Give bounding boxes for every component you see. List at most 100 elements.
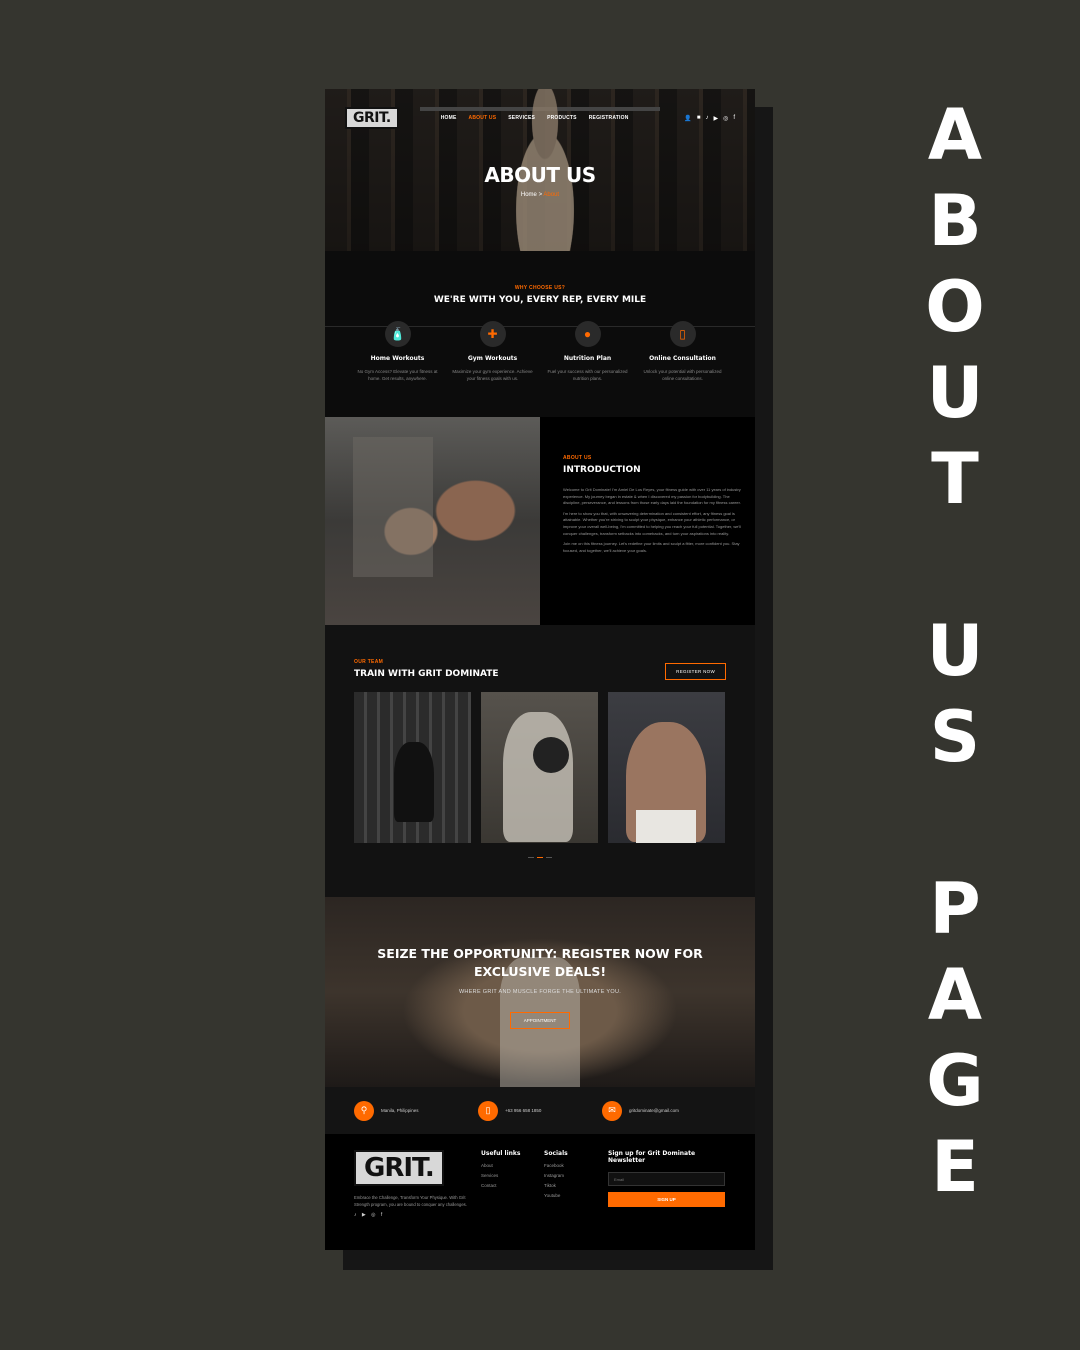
instagram-icon[interactable]: ◎ [723,115,728,122]
page-title: ABOUT US [484,163,596,187]
tiktok-icon[interactable]: ♪ [705,115,708,122]
intro-title: INTRODUCTION [563,465,641,475]
nav-link-about[interactable]: ABOUT US [469,115,497,121]
figure-graphic [394,742,434,822]
user-icon[interactable]: 👤 [684,115,691,122]
phone-icon: ▯ [478,1100,498,1121]
side-title-letter: O [925,266,985,348]
side-title-letter: E [931,1126,979,1208]
cta-title: SEIZE THE OPPORTUNITY: REGISTER NOW FOR … [377,946,703,979]
footer-social-icons[interactable]: ♪ ▶ ◎ f [354,1212,481,1218]
apple-icon: ● [574,321,601,347]
footer-link-services[interactable]: Services [481,1173,544,1178]
intro-paragraph: I'm here to show you that, with unwaveri… [563,510,741,536]
feature-title: Gym Workouts [467,355,518,362]
phone-text[interactable]: +63 956 658 1850 [505,1108,541,1113]
location-text: Manila, Philippines [381,1108,419,1113]
footer-link-about[interactable]: About [481,1163,544,1168]
carousel-dots [354,857,726,858]
footer-logo[interactable]: GRIT. [354,1150,444,1186]
footer: GRIT. Embrace the Challenge, Transform Y… [325,1134,755,1250]
breadcrumb-separator: > [538,192,543,198]
team-section: OUR TEAM TRAIN WITH GRIT DOMINATE REGIST… [325,625,755,897]
feature-desc: Maximize your gym experience. Achieve yo… [452,369,533,382]
carousel-dot[interactable] [528,857,534,858]
dumbbell-icon: ✚ [479,321,506,347]
nav-link-registration[interactable]: REGISTRATION [589,115,629,121]
website-mockup: GRIT. HOME ABOUT US SERVICES PRODUCTS RE… [325,89,755,1250]
nav-link-home[interactable]: HOME [441,115,457,121]
youtube-icon[interactable]: ▶ [713,115,718,122]
towel-graphic [636,810,696,843]
newsletter-email-input[interactable]: Email [608,1172,725,1186]
feature-desc: Unlock your potential with personalized … [643,369,722,382]
nav-link-services[interactable]: SERVICES [508,115,535,121]
intro-text: ABOUT US INTRODUCTION Welcome to Grit Do… [540,417,755,625]
footer-link-facebook[interactable]: Facebook [544,1163,607,1168]
nav-links: HOME ABOUT US SERVICES PRODUCTS REGISTRA… [441,115,629,121]
side-title-letter: A [927,954,983,1036]
newsletter: Sign up for Grit Dominate Newsletter Ema… [608,1150,725,1250]
figure-graphic [503,712,573,842]
features-list: 🧴 Home Workouts No Gym Access? Elevate y… [350,321,730,382]
footer-about: Embrace the Challenge, Transform Your Ph… [354,1195,467,1208]
carousel-dot[interactable] [546,857,552,858]
sign-up-button[interactable]: SIGN UP [608,1192,725,1207]
introduction-section: ABOUT US INTRODUCTION Welcome to Grit Do… [325,417,755,625]
weight-plate-graphic [533,737,569,773]
breadcrumb: Home > About [325,192,755,198]
carousel-dot-active[interactable] [537,857,543,858]
side-title: A B O U T U S P A G E [880,100,1030,1240]
feature-desc: No Gym Access? Elevate your fitness at h… [357,369,438,382]
team-photo [354,692,471,843]
feature-gym-workouts: ✚ Gym Workouts Maximize your gym experie… [445,321,540,382]
feature-online-consultation: ▯ Online Consultation Unlock your potent… [635,321,730,382]
appointment-button[interactable]: APPOINTMENT [510,1012,570,1029]
footer-link-tiktok[interactable]: Tiktok [544,1183,607,1188]
feature-title: Nutrition Plan [563,355,612,362]
intro-eyebrow: ABOUT US [563,455,592,461]
feature-title: Online Consultation [649,355,716,362]
newsletter-title: Sign up for Grit Dominate Newsletter [608,1150,696,1164]
intro-photo [325,417,540,625]
socials-title: Socials [544,1150,568,1157]
footer-link-youtube[interactable]: Youtube [544,1193,607,1198]
why-choose-us-section: WHY CHOOSE US? WE'RE WITH YOU, EVERY REP… [325,251,755,417]
contact-bar: ⚲ Manila, Philippines ▯ +63 956 658 1850… [325,1087,755,1134]
feature-desc: Fuel your success with our personalized … [547,369,628,382]
footer-brand: GRIT. Embrace the Challenge, Transform Y… [354,1150,481,1250]
why-eyebrow: WHY CHOOSE US? [514,285,566,291]
useful-links-title: Useful links [481,1150,521,1157]
email-text[interactable]: gritdominate@gmail.com [629,1108,679,1113]
phone-icon: ▯ [669,321,696,347]
breadcrumb-home[interactable]: Home [521,192,537,198]
side-title-letter: S [929,696,981,778]
side-title-letter: G [926,1040,984,1122]
feature-title: Home Workouts [370,355,425,362]
cta-subtitle: WHERE GRIT AND MUSCLE FORGE THE ULTIMATE… [458,989,622,995]
location-pin-icon: ⚲ [354,1100,374,1121]
contact-email: ✉ gritdominate@gmail.com [602,1100,726,1121]
nav-link-products[interactable]: PRODUCTS [547,115,577,121]
facebook-icon[interactable]: f [733,115,735,122]
side-title-letter: P [929,868,981,950]
side-title-letter: T [931,438,979,520]
hero-section: GRIT. HOME ABOUT US SERVICES PRODUCTS RE… [325,89,755,251]
team-carousel[interactable] [354,692,726,843]
contact-location: ⚲ Manila, Philippines [354,1100,478,1121]
intro-paragraph: Welcome to Grit Dominate! I'm Amiel De L… [563,487,741,506]
navbar: GRIT. HOME ABOUT US SERVICES PRODUCTS RE… [325,107,755,129]
side-title-letter: A [927,94,983,176]
footer-socials: Socials Facebook Instagram Tiktok Youtub… [544,1150,607,1250]
footer-link-instagram[interactable]: Instagram [544,1173,607,1178]
footer-link-contact[interactable]: Contact [481,1183,544,1188]
feature-home-workouts: 🧴 Home Workouts No Gym Access? Elevate y… [350,321,445,382]
register-now-button[interactable]: REGISTER NOW [665,663,726,680]
team-photo [608,692,725,843]
intro-paragraph: Join me on this fitness journey. Let's r… [563,541,740,553]
site-logo[interactable]: GRIT. [345,107,399,129]
cart-icon[interactable]: ■ [697,115,701,122]
side-title-letter: U [926,352,984,434]
contact-phone: ▯ +63 956 658 1850 [478,1100,602,1121]
bottle-icon: 🧴 [384,321,411,347]
